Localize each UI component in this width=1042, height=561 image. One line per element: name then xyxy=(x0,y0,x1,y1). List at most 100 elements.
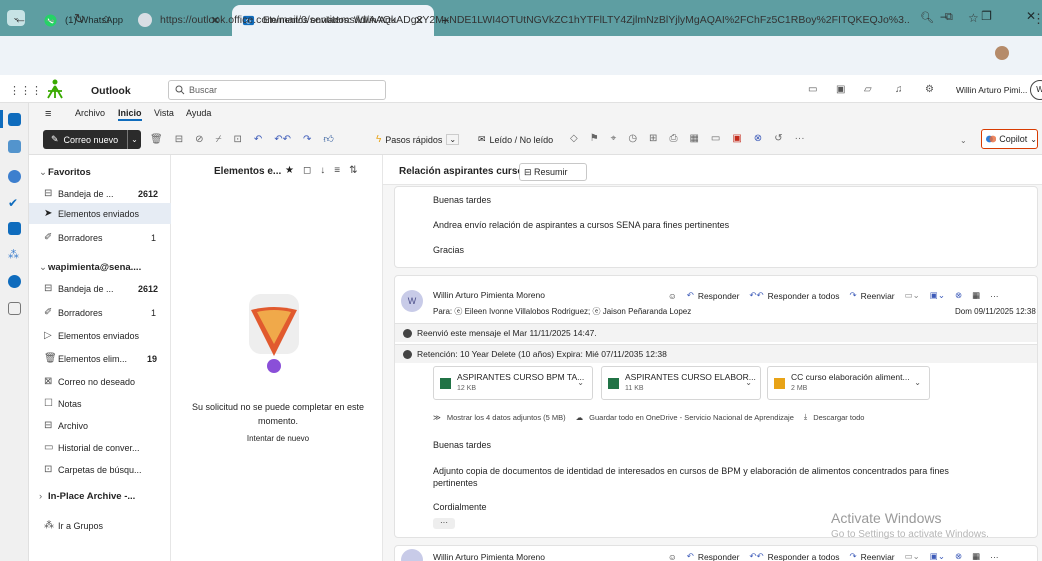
reply-all-icon[interactable]: ↶↶ xyxy=(274,134,291,145)
attachment-card[interactable]: ASPIRANTES CURSO ELABOR... 11 KB ⌄ xyxy=(601,366,761,400)
mail-icon[interactable] xyxy=(8,113,21,126)
forward-button[interactable]: ↷ Reenviar xyxy=(849,551,894,561)
sort-icon[interactable]: ⇅ xyxy=(349,165,357,176)
tag-icon[interactable]: ◇ xyxy=(570,133,578,144)
undo-icon[interactable]: ↺ xyxy=(774,133,782,144)
meet-now-icon[interactable]: ▭ xyxy=(808,84,817,95)
people-icon[interactable] xyxy=(8,170,21,183)
new-mail-dropdown[interactable]: ⌄ xyxy=(127,130,141,149)
reply-button[interactable]: ↶ Responder xyxy=(687,551,740,561)
copilot-button[interactable]: Copilot ⌄ xyxy=(981,129,1038,149)
menu-vista[interactable]: Vista xyxy=(154,108,174,118)
forward-icon[interactable]: → xyxy=(44,11,57,26)
protect-icon[interactable]: ⊗ xyxy=(754,133,762,144)
reply-all-button[interactable]: ↶↶ Responder a todos xyxy=(749,290,839,301)
teams-share-icon[interactable]: ▭⌄ xyxy=(905,290,920,301)
delete-icon[interactable]: 🗑︎ xyxy=(150,134,163,145)
cloud-icon[interactable] xyxy=(8,275,21,288)
folder-drafts[interactable]: ✐ Borradores xyxy=(44,307,103,318)
more-icon[interactable]: ··· xyxy=(795,133,805,144)
report-icon[interactable]: ⊘ xyxy=(195,134,203,145)
onedrive-icon[interactable] xyxy=(8,222,21,235)
url-field[interactable]: https://outlook.office.com/mail/0/sentit… xyxy=(132,4,912,35)
favorite-star-icon[interactable]: ★ xyxy=(285,165,294,176)
restore-icon[interactable]: ❐ xyxy=(981,9,992,23)
forward-button[interactable]: ↷ Reenviar xyxy=(849,290,894,301)
new-mail-button[interactable]: ✎ Correo nuevo ⌄ xyxy=(43,130,141,149)
menu-archivo[interactable]: Archivo xyxy=(75,108,105,118)
ribbon-collapse-icon[interactable]: ⌄ xyxy=(960,136,967,145)
sweep-icon[interactable]: ⌿ xyxy=(215,134,221,145)
chevron-down-icon[interactable]: ⌄ xyxy=(914,378,921,387)
sender-name[interactable]: Willin Arturo Pimienta Moreno xyxy=(433,290,545,300)
search-input[interactable]: Buscar xyxy=(168,80,386,100)
folder-sent[interactable]: ▷ Elementos enviados xyxy=(44,330,139,341)
protect-icon[interactable]: ⊗ xyxy=(955,290,962,301)
immersive-reader-icon[interactable]: ▣⌄ xyxy=(930,290,945,301)
folder-archive[interactable]: ⊟ Archivo xyxy=(44,420,88,431)
app-launcher-icon[interactable]: ⋮⋮⋮ xyxy=(9,84,42,97)
teams-icon[interactable]: ▣ xyxy=(836,84,845,95)
sender-name[interactable]: Willin Arturo Pimienta Moreno xyxy=(433,552,545,561)
immersive-icon[interactable]: ▭ xyxy=(711,133,720,144)
pdf-icon[interactable]: ▣ xyxy=(732,133,741,144)
snooze-icon[interactable]: ◷ xyxy=(628,133,637,144)
summarize-button[interactable]: ⊟ Resumir xyxy=(519,163,587,181)
todo-icon[interactable]: ✔ xyxy=(8,196,21,210)
bookmark-star-icon[interactable]: ☆ xyxy=(968,11,979,25)
reply-all-button[interactable]: ↶↶ Responder a todos xyxy=(749,551,839,561)
move-icon[interactable]: ⊡ xyxy=(233,134,241,145)
download-all-link[interactable]: Descargar todo xyxy=(813,413,864,422)
show-more-button[interactable]: ··· xyxy=(433,518,455,529)
folder-deleted[interactable]: 🗑︎ Elementos elim... xyxy=(44,353,127,364)
calendar-icon[interactable] xyxy=(8,140,21,153)
favorites-section[interactable]: ⌄ Favoritos xyxy=(39,167,91,178)
emoji-icon[interactable]: ☺ xyxy=(668,552,677,561)
extensions-icon[interactable]: ⧉ xyxy=(945,11,953,24)
more-actions-icon[interactable]: ··· xyxy=(990,552,999,561)
user-name[interactable]: Willin Arturo Pimi... xyxy=(956,85,1027,95)
archive-icon[interactable]: ⊟ xyxy=(175,134,183,145)
folder-junk[interactable]: ⊠ Correo no deseado xyxy=(44,376,135,387)
filter-icon[interactable]: ≡ xyxy=(334,165,340,176)
apps-icon[interactable]: ▦ xyxy=(972,290,980,301)
attachment-card[interactable]: ASPIRANTES CURSO BPM TA... 12 KB ⌄ xyxy=(433,366,593,400)
retry-link[interactable]: Intentar de nuevo xyxy=(188,434,368,443)
reply-button[interactable]: ↶ Responder xyxy=(687,290,740,301)
browser-menu-icon[interactable]: ⋮ xyxy=(1032,11,1042,27)
folder-favorites-drafts[interactable]: ✐ Borradores xyxy=(44,232,103,243)
reload-icon[interactable]: ↻ xyxy=(74,11,85,27)
notifications-icon[interactable]: ♫ xyxy=(895,84,903,95)
account-section[interactable]: ⌄ wapimienta@sena.... xyxy=(39,262,141,273)
home-icon[interactable]: ⌂ xyxy=(102,11,110,26)
recipients[interactable]: Para: ⓔ Eileen Ivonne Villalobos Rodrigu… xyxy=(433,306,691,317)
flag-icon[interactable]: ⚑ xyxy=(590,133,599,144)
jump-down-icon[interactable]: ↓ xyxy=(320,165,325,176)
reply-icon[interactable]: ↶ xyxy=(254,134,262,145)
attachment-card[interactable]: CC curso elaboración aliment... 2 MB ⌄ xyxy=(767,366,930,400)
read-unread-button[interactable]: ✉ Leído / No leído xyxy=(478,134,553,145)
back-icon[interactable]: ← xyxy=(14,11,27,26)
pin-icon[interactable]: ⌖ xyxy=(611,133,617,144)
chevron-down-icon[interactable]: ⌄ xyxy=(577,378,584,387)
like-icon[interactable]: 👍︎ xyxy=(323,133,333,145)
folder-inbox[interactable]: ⊟ Bandeja de ... xyxy=(44,283,114,294)
feedback-icon[interactable]: ▱ xyxy=(864,84,872,95)
translate-icon[interactable]: ▦ xyxy=(689,133,698,144)
more-actions-icon[interactable]: ··· xyxy=(990,291,999,301)
immersive-reader-icon[interactable]: ▣⌄ xyxy=(930,551,945,561)
zoom-icon[interactable]: 🔍︎ xyxy=(920,11,934,24)
folder-conversation-history[interactable]: ▭ Historial de conver... xyxy=(44,442,140,453)
save-to-onedrive-link[interactable]: Guardar todo en OneDrive - Servicio Naci… xyxy=(589,413,794,422)
settings-gear-icon[interactable]: ⚙ xyxy=(925,84,934,95)
folder-notes[interactable]: ☐ Notas xyxy=(44,398,82,409)
protect-icon[interactable]: ⊗ xyxy=(955,551,962,561)
folder-favorites-inbox[interactable]: ⊟ Bandeja de ... xyxy=(44,188,114,199)
more-apps-icon[interactable] xyxy=(8,302,21,315)
hamburger-icon[interactable]: ≡ xyxy=(45,108,51,120)
apps-icon[interactable]: ▦ xyxy=(972,551,980,561)
menu-ayuda[interactable]: Ayuda xyxy=(186,108,211,118)
go-to-groups-link[interactable]: ⁂ Ir a Grupos xyxy=(44,520,103,531)
emoji-icon[interactable]: ☺ xyxy=(668,291,677,301)
quick-steps-button[interactable]: ϟ Pasos rápidos ⌄ xyxy=(376,134,460,145)
